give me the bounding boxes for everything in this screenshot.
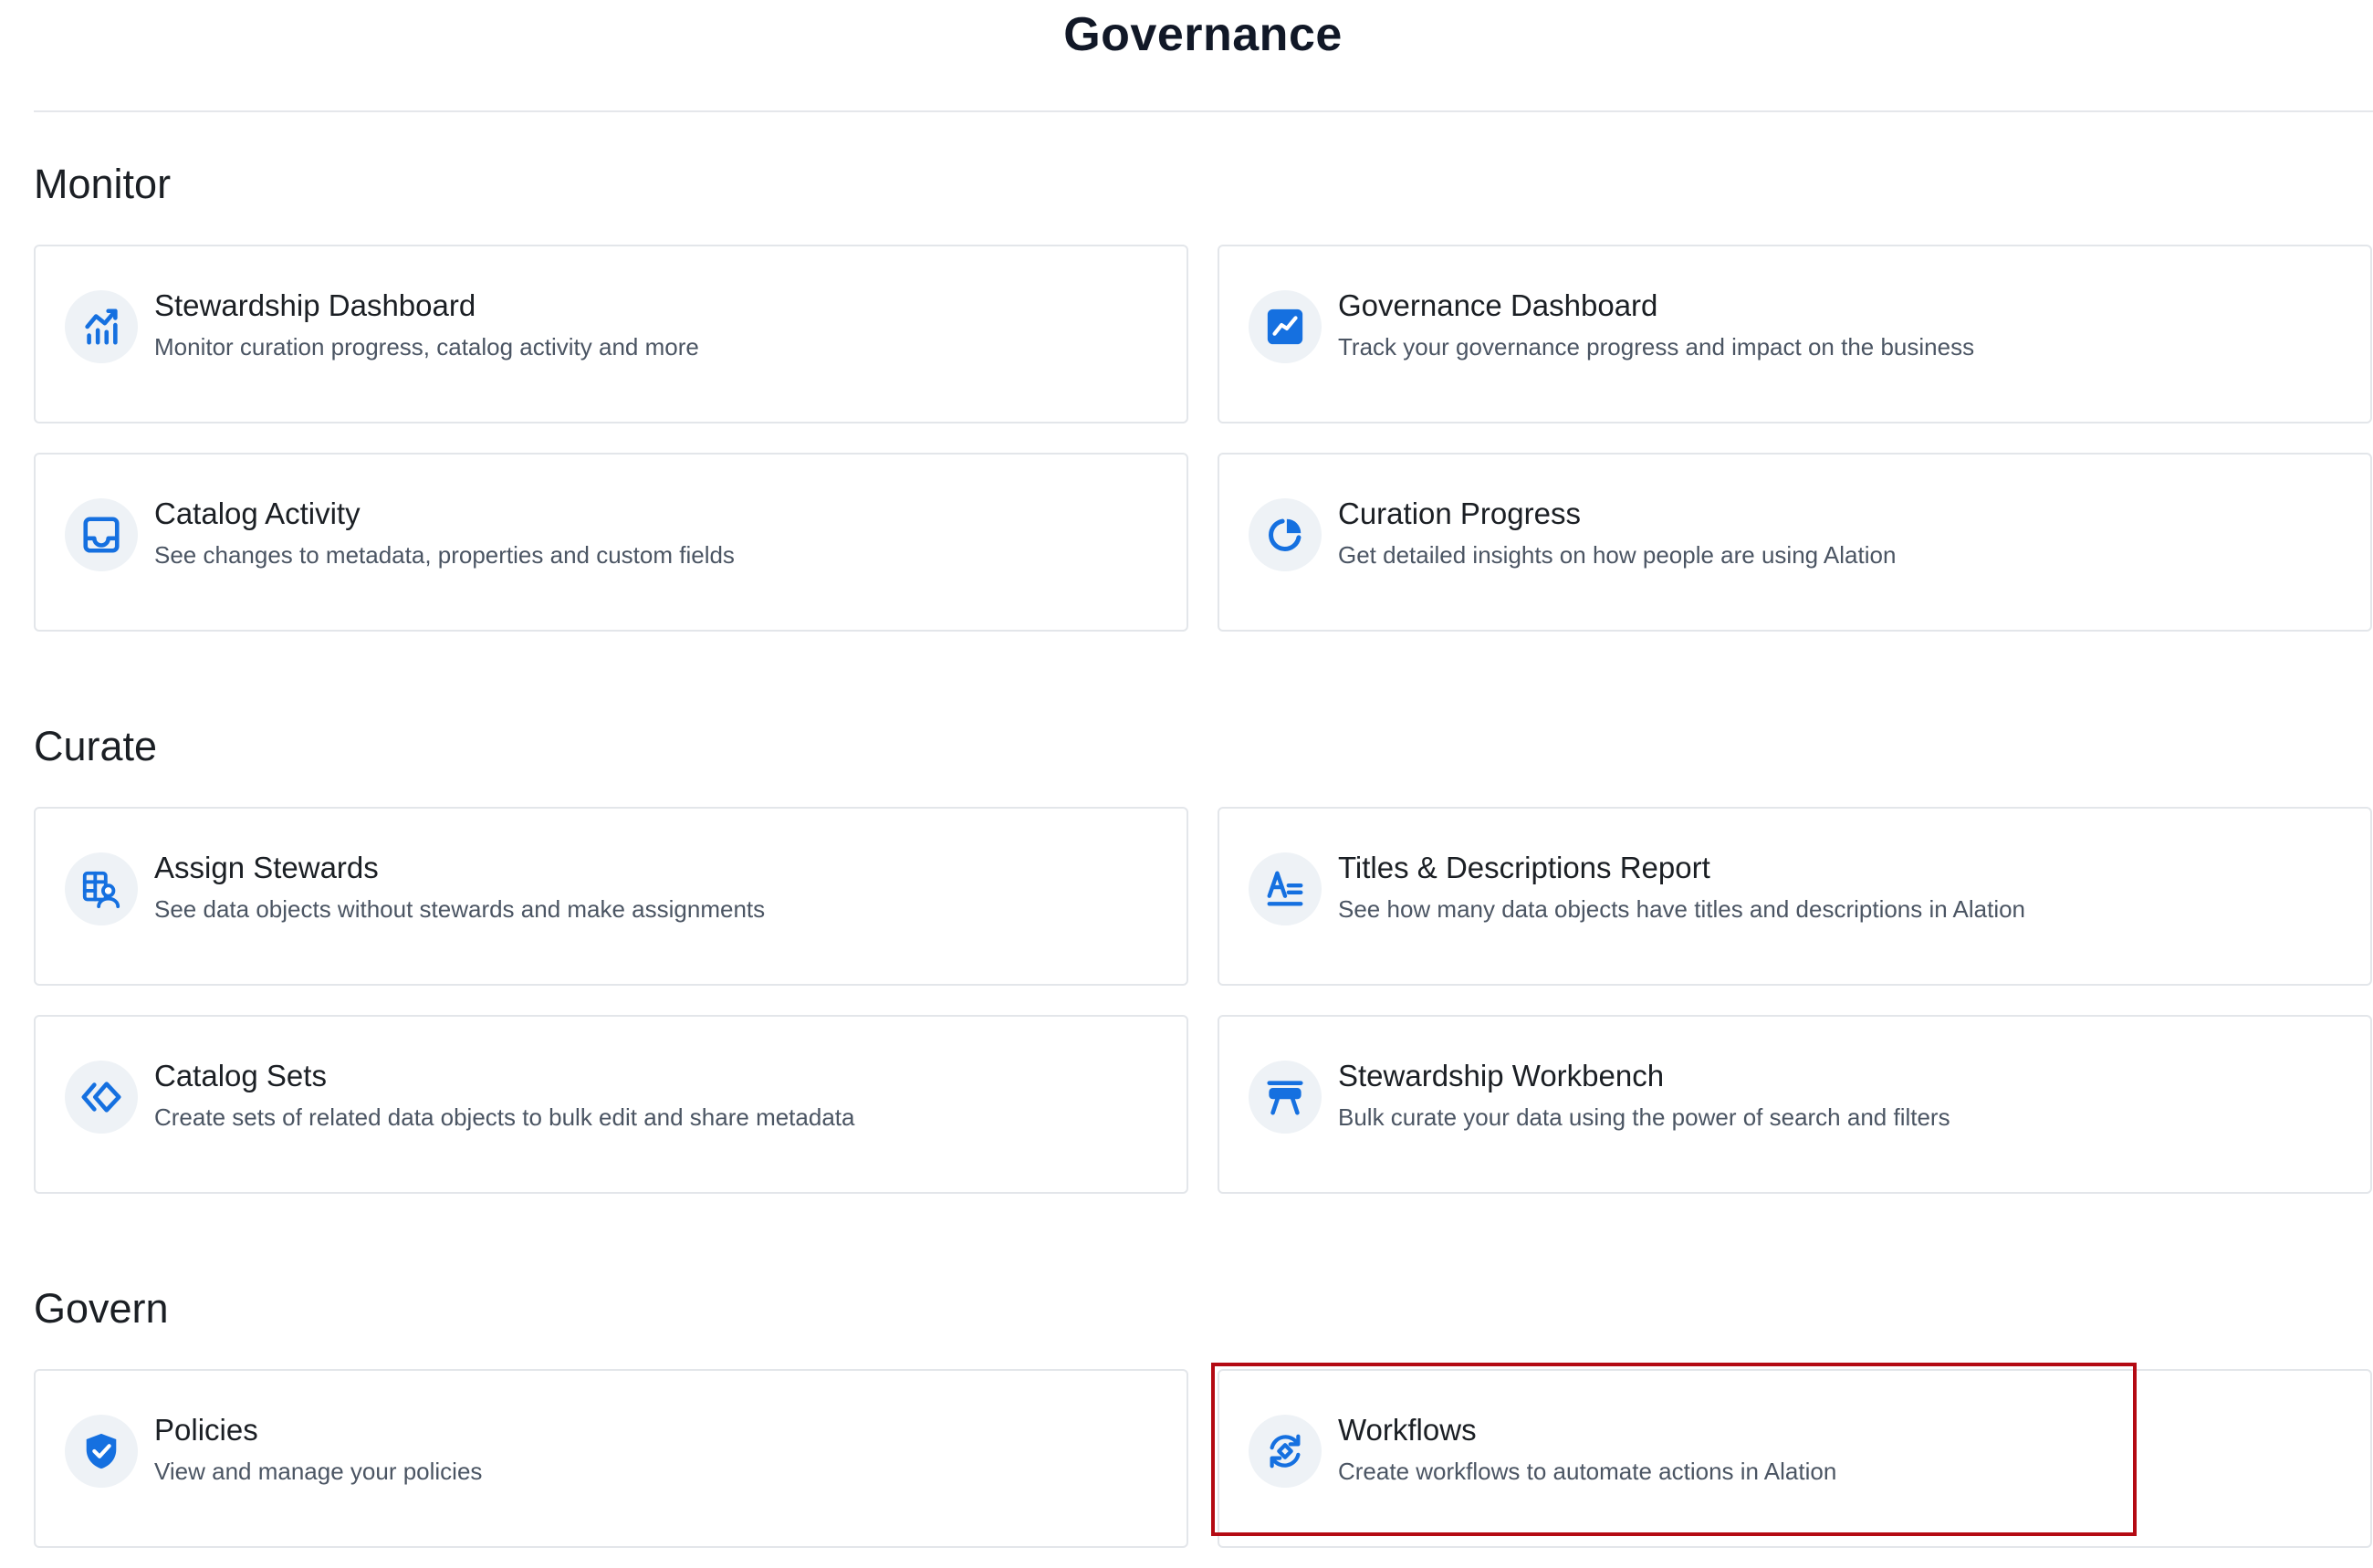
card-title: Titles & Descriptions Report [1338,851,1710,884]
card-description: Get detailed insights on how people are … [1338,541,1897,569]
card-title: Catalog Activity [154,497,361,530]
shield-check-icon [65,1415,138,1488]
workflow-cycle-icon [1249,1415,1322,1488]
card-catalog-sets[interactable]: Catalog Sets Create sets of related data… [34,1015,1188,1194]
bar-chart-trend-icon [65,290,138,363]
card-title: Stewardship Dashboard [154,288,476,322]
section-heading-curate: Curate [34,723,158,769]
card-description: Track your governance progress and impac… [1338,333,1975,361]
card-description: Create sets of related data objects to b… [154,1103,855,1131]
card-description: Monitor curation progress, catalog activ… [154,333,699,361]
page-title: Governance [1063,8,1343,61]
card-curation-progress[interactable]: Curation Progress Get detailed insights … [1218,453,2372,632]
card-description: See changes to metadata, properties and … [154,541,735,569]
text-format-icon [1249,852,1322,925]
card-policies[interactable]: Policies View and manage your policies [34,1369,1188,1548]
inbox-icon [65,498,138,571]
pie-chart-icon [1249,498,1322,571]
card-title: Stewardship Workbench [1338,1059,1665,1092]
card-description: View and manage your policies [154,1458,483,1485]
card-description: Create workflows to automate actions in … [1338,1458,1837,1485]
card-title: Catalog Sets [154,1059,327,1092]
card-stewardship-dashboard[interactable]: Stewardship Dashboard Monitor curation p… [34,245,1188,423]
trend-line-icon [1249,290,1322,363]
card-description: See how many data objects have titles an… [1338,895,2026,923]
card-title: Curation Progress [1338,497,1581,530]
card-workflows[interactable]: Workflows Create workflows to automate a… [1218,1369,2372,1548]
catalog-sets-icon [65,1061,138,1134]
card-stewardship-workbench[interactable]: Stewardship Workbench Bulk curate your d… [1218,1015,2372,1194]
title-divider [34,110,2373,112]
card-title: Policies [154,1413,258,1447]
card-description: See data objects without stewards and ma… [154,895,766,923]
assign-steward-icon [65,852,138,925]
card-title: Assign Stewards [154,851,379,884]
card-assign-stewards[interactable]: Assign Stewards See data objects without… [34,807,1188,986]
card-title: Governance Dashboard [1338,288,1658,322]
card-catalog-activity[interactable]: Catalog Activity See changes to metadata… [34,453,1188,632]
card-titles-descriptions-report[interactable]: Titles & Descriptions Report See how man… [1218,807,2372,986]
section-heading-govern: Govern [34,1285,169,1332]
card-title: Workflows [1338,1413,1477,1447]
section-heading-monitor: Monitor [34,161,172,207]
card-description: Bulk curate your data using the power of… [1338,1103,1950,1131]
card-governance-dashboard[interactable]: Governance Dashboard Track your governan… [1218,245,2372,423]
workbench-icon [1249,1061,1322,1134]
